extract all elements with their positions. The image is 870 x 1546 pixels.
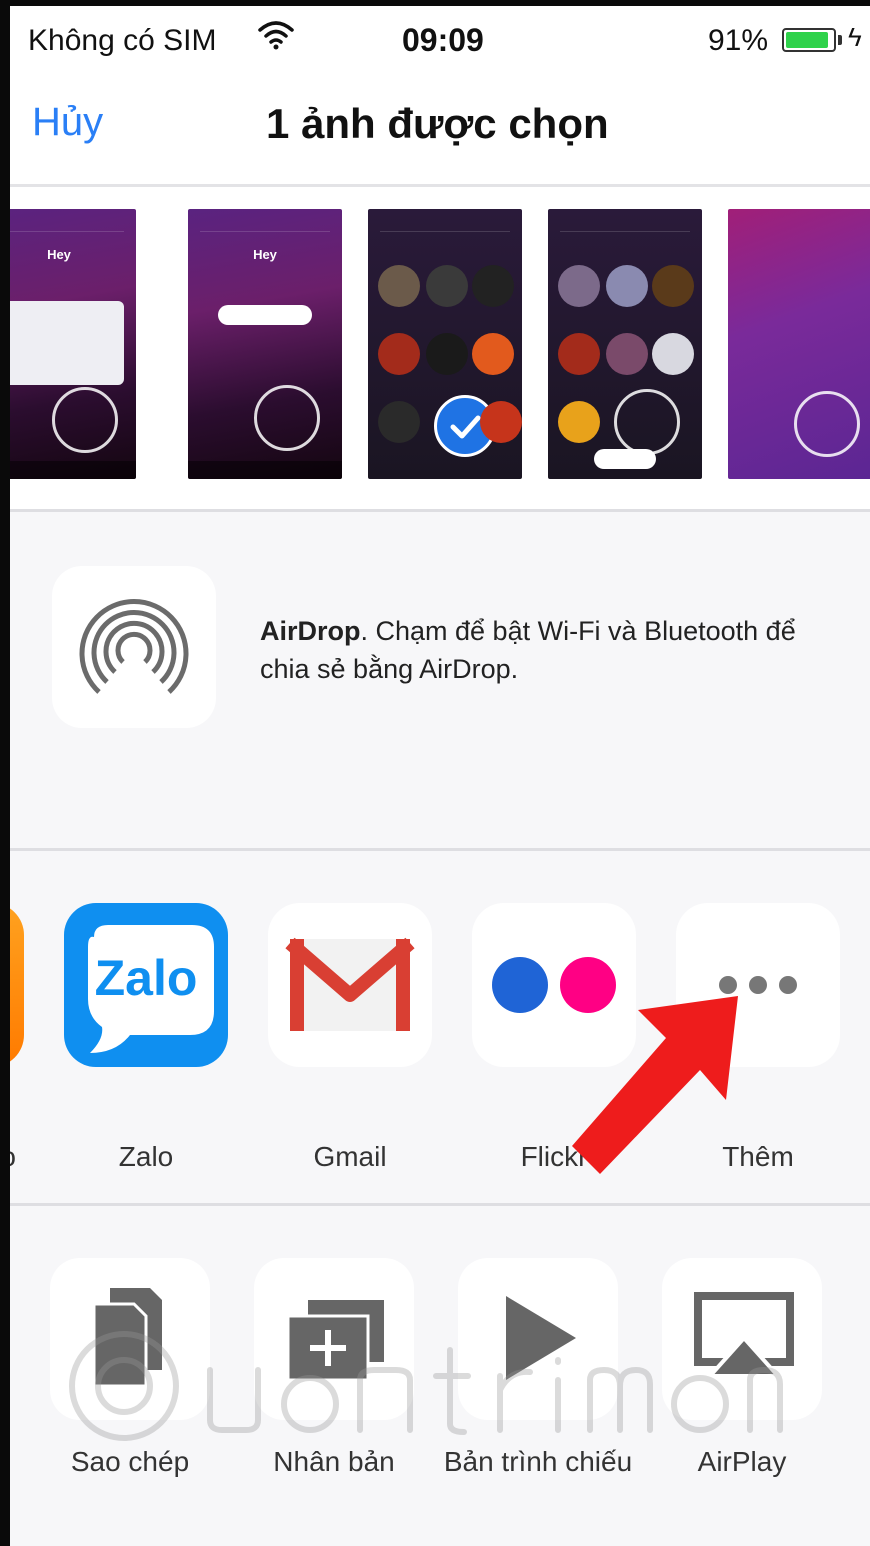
action-slideshow[interactable]: Bản trình chiếu — [444, 1258, 632, 1477]
cancel-button[interactable]: Hủy — [32, 100, 103, 145]
gmail-icon — [268, 903, 432, 1067]
airdrop-title: AirDrop — [260, 616, 361, 646]
photo-thumbnail-4[interactable] — [548, 209, 702, 479]
duplicate-icon — [254, 1258, 414, 1420]
photo-thumbnail-5[interactable] — [728, 209, 870, 479]
charging-icon: ϟ — [848, 22, 862, 52]
battery-percent: 91% — [708, 24, 769, 57]
screen-frame-left — [0, 0, 10, 1546]
app-label-partial: o — [10, 1141, 16, 1173]
app-item-gmail[interactable]: Gmail — [268, 903, 432, 1172]
clock: 09:09 — [402, 22, 484, 58]
airplay-icon — [662, 1258, 822, 1420]
action-label-duplicate: Nhân bản — [273, 1446, 395, 1477]
battery-fill — [786, 32, 828, 48]
airdrop-button[interactable] — [52, 566, 216, 728]
app-label-gmail: Gmail — [313, 1141, 387, 1172]
action-copy[interactable]: Sao chép — [50, 1258, 210, 1477]
action-duplicate[interactable]: Nhân bản — [254, 1258, 414, 1477]
carrier-label: Không có SIM — [28, 24, 217, 57]
navigation-bar: Hủy 1 ảnh được chọn — [10, 74, 870, 187]
zalo-logo-text: Zalo — [94, 950, 198, 1006]
photo-thumbnail-2[interactable]: Hey — [188, 209, 342, 479]
photo-thumbnail-1[interactable]: Hey — [10, 209, 136, 479]
page-title: 1 ảnh được chọn — [266, 100, 609, 147]
app-item-partial[interactable]: o — [10, 903, 24, 1172]
annotation-arrow — [572, 996, 738, 1174]
wifi-icon — [258, 20, 294, 55]
airdrop-section: AirDrop. Chạm để bật Wi-Fi và Bluetooth … — [10, 512, 870, 851]
airdrop-icon — [79, 599, 189, 694]
battery-tip — [838, 35, 842, 45]
airdrop-description: AirDrop. Chạm để bật Wi-Fi và Bluetooth … — [260, 612, 820, 688]
zalo-icon: Zalo — [64, 903, 228, 1067]
partial-app-icon — [10, 903, 24, 1067]
status-bar: Không có SIM 09:09 91% ϟ — [10, 6, 870, 74]
photo-strip[interactable]: Hey Hey — [10, 187, 870, 512]
photo-thumbnail-3[interactable] — [368, 209, 522, 479]
action-airplay[interactable]: AirPlay — [662, 1258, 822, 1477]
action-label-airplay: AirPlay — [697, 1446, 787, 1477]
action-label-copy: Sao chép — [70, 1446, 190, 1477]
actions-row: Sao chép Nhân bản Bản trình chiếu AirPla… — [10, 1206, 870, 1546]
app-label-zalo: Zalo — [118, 1141, 174, 1172]
slideshow-icon — [458, 1258, 618, 1420]
battery-icon — [782, 28, 836, 52]
action-label-slideshow: Bản trình chiếu — [443, 1446, 633, 1477]
app-item-zalo[interactable]: Zalo Zalo — [64, 903, 228, 1172]
copy-icon — [50, 1258, 210, 1420]
